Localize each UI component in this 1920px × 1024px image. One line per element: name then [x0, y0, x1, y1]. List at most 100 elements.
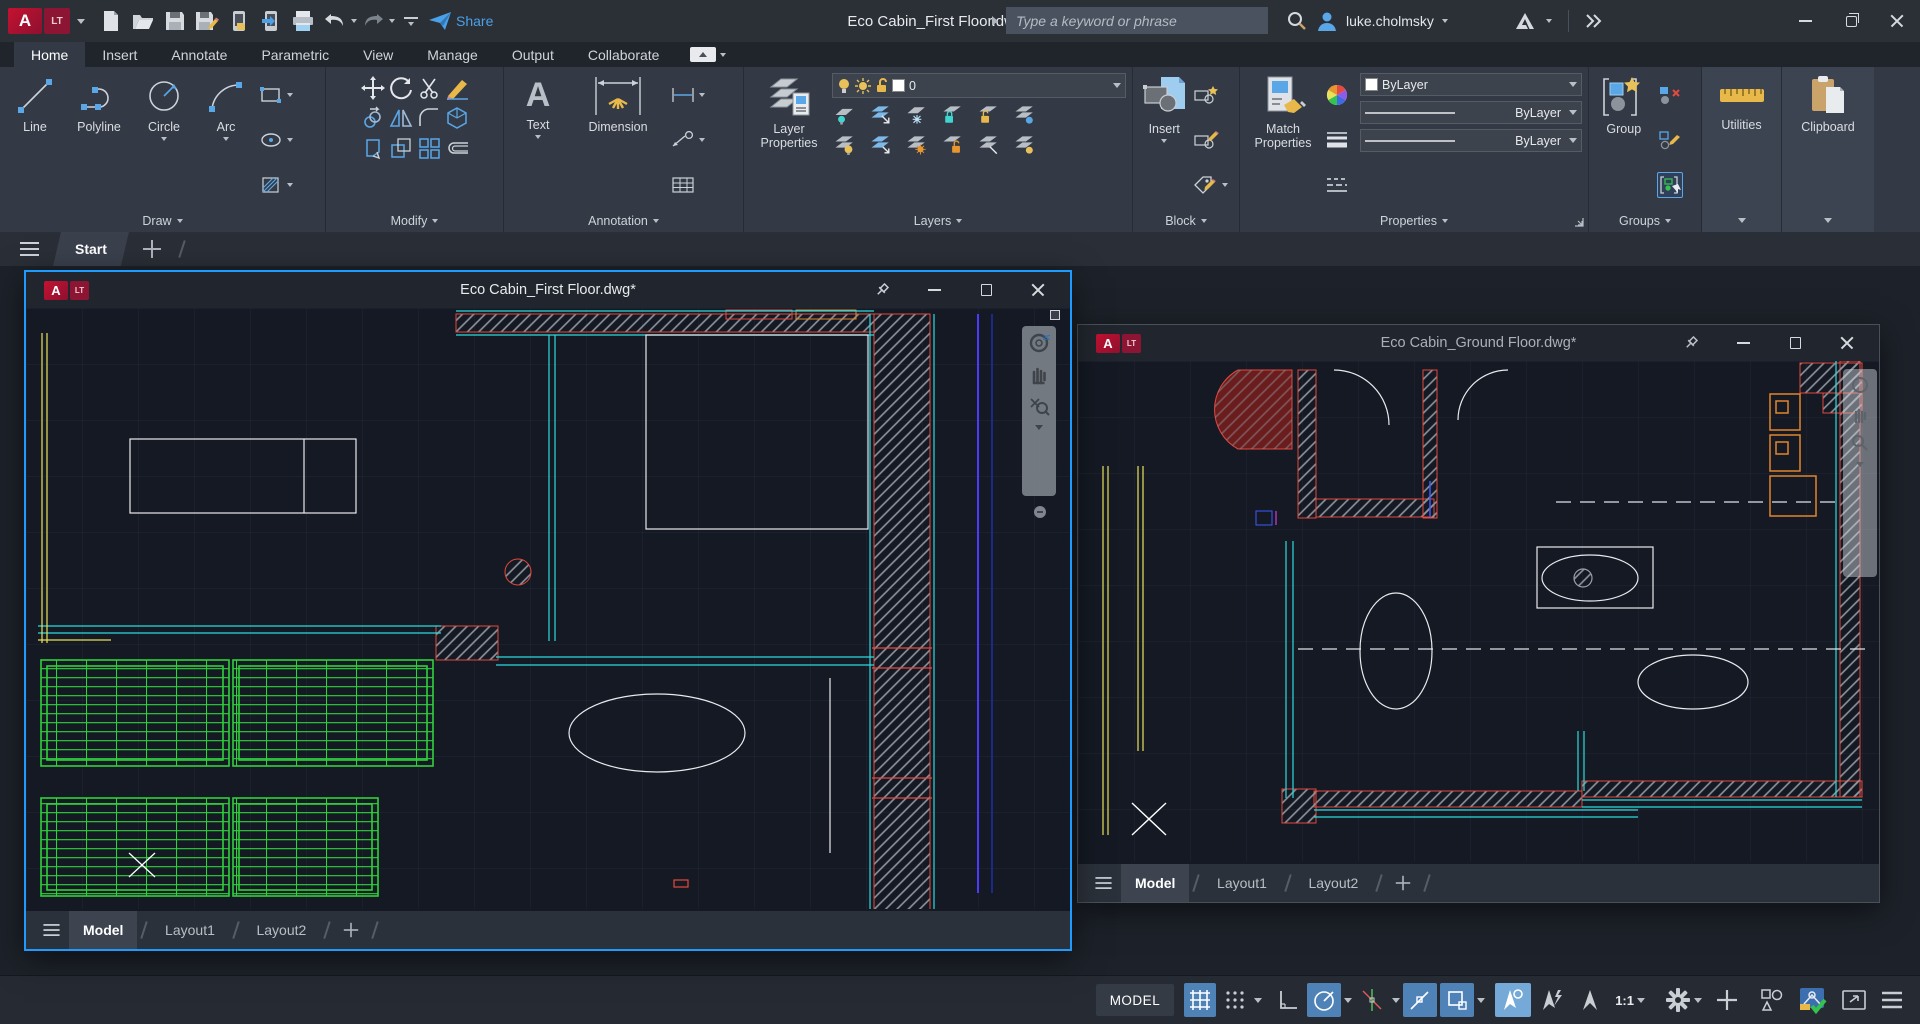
ground-floor-tab-model[interactable]: Model — [1121, 864, 1189, 902]
trim-tool-button[interactable] — [416, 75, 442, 101]
first-floor-minimize-button[interactable] — [908, 272, 960, 308]
attributes-flyout-icon[interactable] — [1222, 183, 1228, 187]
insert-block-button[interactable]: Insert — [1139, 71, 1189, 209]
ribbon-collapse-button[interactable] — [690, 47, 716, 62]
linetype-combo[interactable]: ByLayer — [1360, 129, 1582, 152]
circle-flyout-icon[interactable] — [161, 137, 167, 141]
properties-panel-label[interactable]: Properties — [1240, 209, 1588, 232]
create-block-button[interactable] — [1193, 82, 1219, 108]
modify-panel-label[interactable]: Modify — [326, 209, 503, 232]
workspace-switching-button[interactable] — [1660, 983, 1707, 1017]
ground-floor-close-button[interactable] — [1821, 325, 1873, 361]
search-icon[interactable] — [1286, 10, 1308, 32]
annotation-panel-label[interactable]: Annotation — [504, 209, 743, 232]
layer-thaw-all-button[interactable] — [904, 132, 930, 158]
linear-dimension-button[interactable] — [670, 82, 696, 108]
group-button[interactable]: Group — [1595, 71, 1653, 209]
graphics-performance-button[interactable] — [1793, 983, 1833, 1017]
isodraft-flyout-icon[interactable] — [1392, 998, 1400, 1003]
layer-selector-combo[interactable]: 0 — [832, 73, 1126, 98]
utilities-button[interactable]: Utilities — [1709, 71, 1775, 209]
window-first-floor[interactable]: Eco Cabin_First Floor.dwg* ALT — [24, 270, 1072, 951]
save-to-web-mobile-button[interactable] — [224, 6, 254, 36]
layer-freeze-button[interactable] — [904, 102, 930, 128]
snap-flyout-icon[interactable] — [1254, 998, 1262, 1003]
ribbon-display-chevron-icon[interactable] — [720, 53, 726, 57]
layer-isolate-button[interactable] — [832, 102, 858, 128]
clean-screen-button[interactable] — [1836, 983, 1872, 1017]
ground-floor-pin-button[interactable] — [1665, 325, 1717, 361]
selection-filtering-button[interactable] — [1754, 983, 1790, 1017]
layer-unlock-row-button[interactable] — [976, 102, 1002, 128]
draw-panel-label[interactable]: Draw — [0, 209, 325, 232]
layer-combo-chevron-icon[interactable] — [1113, 83, 1121, 88]
layer-lock-button[interactable] — [940, 102, 966, 128]
isodraft-toggle[interactable] — [1355, 983, 1389, 1017]
ground-floor-canvas[interactable] — [1078, 361, 1879, 864]
ground-floor-minimize-button[interactable] — [1717, 325, 1769, 361]
text-tool-button[interactable]: A Text — [510, 71, 566, 209]
arc-tool-button[interactable]: Arc — [198, 71, 254, 209]
leader-button[interactable] — [670, 127, 696, 153]
redo-button[interactable] — [358, 6, 388, 36]
groups-panel-label[interactable]: Groups — [1589, 209, 1701, 232]
share-button[interactable]: Share — [428, 6, 493, 36]
edit-block-button[interactable] — [1193, 127, 1219, 153]
navigation-wheel-icon[interactable] — [1850, 375, 1870, 395]
lineweight-combo[interactable]: ByLayer — [1360, 101, 1582, 124]
first-floor-new-layout-button[interactable] — [344, 923, 358, 937]
snap-toggle[interactable] — [1219, 983, 1251, 1017]
dimension-tool-button[interactable]: Dimension — [570, 71, 666, 209]
app-close-button[interactable] — [1874, 0, 1920, 42]
navbar-more-chevron-icon[interactable] — [1035, 425, 1043, 430]
hatch-flyout-icon[interactable] — [287, 183, 293, 187]
undo-history-chevron-icon[interactable] — [351, 19, 357, 23]
object-snap-tracking-toggle[interactable] — [1403, 983, 1437, 1017]
window-ground-floor[interactable]: Eco Cabin_Ground Floor.dwg* ALT — [1077, 324, 1880, 903]
ortho-toggle[interactable] — [1272, 983, 1304, 1017]
open-file-button[interactable] — [128, 6, 158, 36]
first-floor-tab-layout2[interactable]: Layout2 — [242, 911, 320, 949]
mirror-tool-button[interactable] — [388, 105, 414, 131]
search-input[interactable] — [1006, 7, 1268, 34]
rectangle-tool-button[interactable] — [258, 82, 284, 108]
layer-properties-button[interactable]: Layer Properties — [750, 71, 828, 209]
rotate-tool-button[interactable] — [388, 75, 414, 101]
osnap-flyout-icon[interactable] — [1477, 998, 1485, 1003]
file-tabs-menu-icon[interactable] — [20, 248, 39, 250]
rectangle-flyout-icon[interactable] — [287, 93, 293, 97]
annotation-visibility-toggle[interactable] — [1573, 983, 1607, 1017]
new-drawing-tab-button[interactable] — [143, 240, 161, 258]
copy-tool-button[interactable] — [360, 105, 386, 131]
polar-tracking-toggle[interactable] — [1307, 983, 1341, 1017]
ground-floor-tab-layout1[interactable]: Layout1 — [1203, 864, 1281, 902]
tab-insert[interactable]: Insert — [85, 42, 154, 67]
ground-floor-titlebar[interactable]: Eco Cabin_Ground Floor.dwg* ALT — [1078, 325, 1879, 361]
group-edit-button[interactable] — [1657, 127, 1683, 153]
offset-tool-button[interactable] — [444, 135, 470, 161]
text-flyout-icon[interactable] — [535, 135, 541, 139]
navbar-collapse-icon[interactable] — [1032, 504, 1048, 520]
ungroup-button[interactable] — [1657, 82, 1683, 108]
insert-flyout-icon[interactable] — [1161, 139, 1167, 143]
layer-walk-button[interactable] — [1012, 102, 1038, 128]
navigation-wheel-icon[interactable]: 2D — [1028, 332, 1050, 354]
first-floor-navigation-bar[interactable]: 2D — [1022, 326, 1056, 496]
circle-tool-button[interactable]: Circle — [134, 71, 194, 209]
ground-floor-navigation-bar[interactable] — [1843, 369, 1877, 577]
layer-lock-fade-button[interactable] — [940, 132, 966, 158]
zoom-icon[interactable] — [1028, 394, 1050, 416]
hatch-tool-button[interactable] — [258, 172, 284, 198]
first-floor-maximize-button[interactable] — [960, 272, 1012, 308]
tab-output[interactable]: Output — [495, 42, 571, 67]
ellipse-tool-button[interactable] — [258, 127, 284, 153]
polyline-tool-button[interactable]: Polyline — [68, 71, 130, 209]
linetype-button[interactable] — [1324, 172, 1350, 198]
block-panel-label[interactable]: Block — [1133, 209, 1239, 232]
clipboard-panel-label[interactable] — [1782, 209, 1874, 232]
app-menu-button[interactable]: A LT — [8, 8, 85, 34]
quick-properties-toggle[interactable] — [1534, 983, 1570, 1017]
tab-parametric[interactable]: Parametric — [244, 42, 346, 67]
tab-manage[interactable]: Manage — [410, 42, 495, 67]
layer-match-button[interactable] — [868, 132, 894, 158]
